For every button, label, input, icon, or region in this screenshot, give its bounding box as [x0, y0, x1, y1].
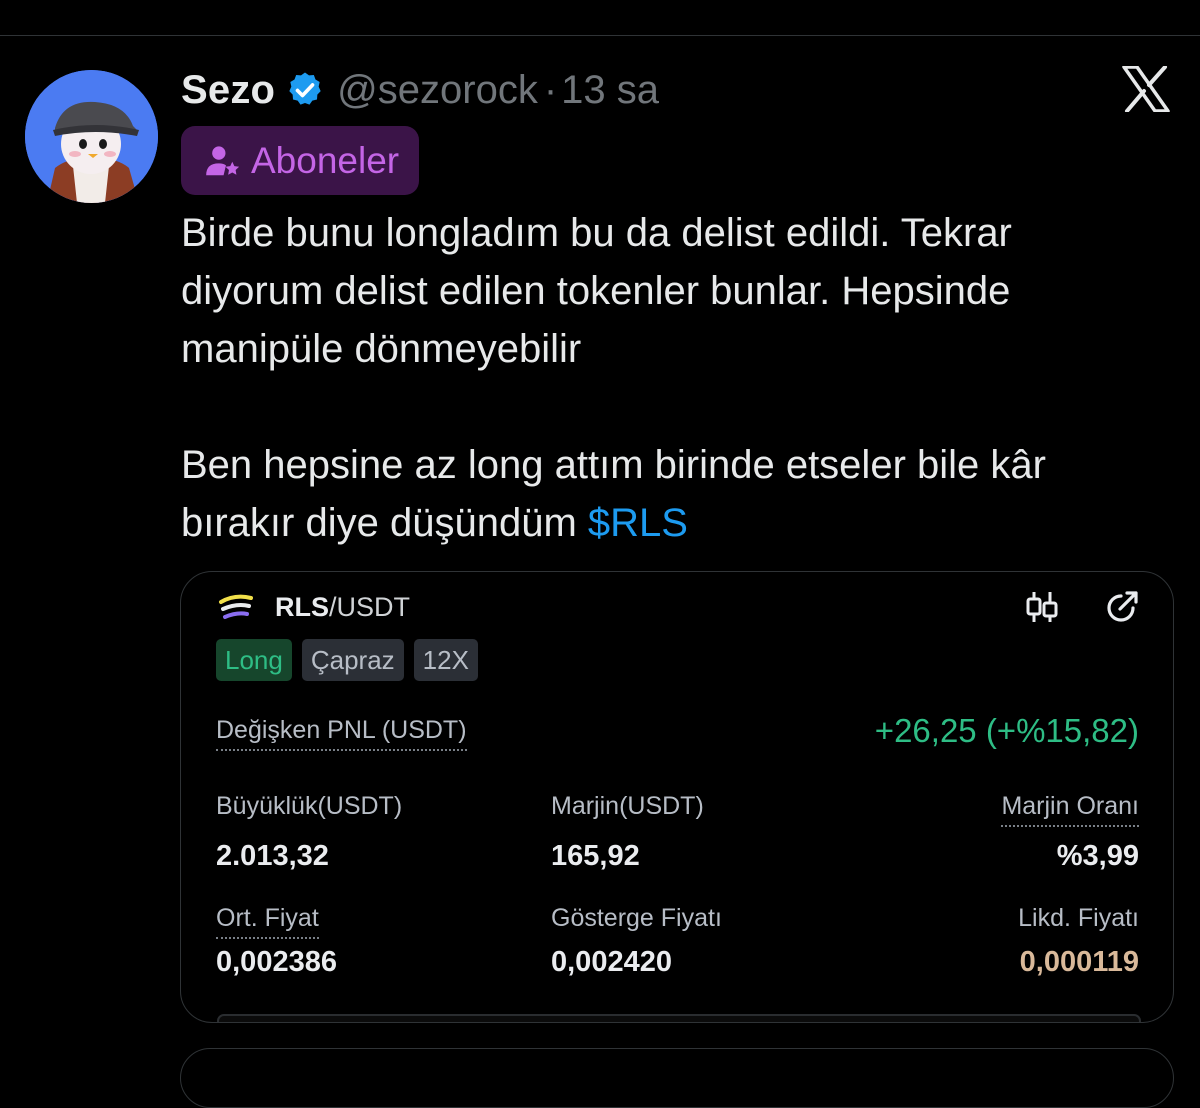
pnl-value: +26,25 (+%15,82) — [874, 712, 1139, 749]
candlestick-chart-icon — [1026, 592, 1058, 622]
x-logo-icon[interactable] — [1122, 66, 1170, 112]
tag-margin-mode: Çapraz — [301, 639, 404, 681]
top-divider — [0, 35, 1200, 36]
tweet-text: Birde bunu longladım bu da delist edildi… — [181, 204, 1171, 552]
verified-badge-icon — [289, 72, 321, 105]
liquidation-price-value: 0,000119 — [1019, 946, 1139, 978]
tweet-time[interactable]: 13 sa — [561, 68, 659, 113]
tweet-text-line: manipüle dönmeyebilir — [181, 327, 582, 371]
share-external-icon — [1107, 591, 1138, 622]
next-media-card[interactable] — [180, 1048, 1174, 1108]
liquidation-price-label: Likd. Fiyatı — [1018, 904, 1139, 932]
position-tags: Long Çapraz 12X — [216, 639, 478, 681]
subscriber-star-icon — [206, 145, 240, 175]
subscribers-label: Aboneler — [251, 139, 400, 181]
margin-ratio-label: Marjin Oranı — [1001, 792, 1139, 827]
author-name[interactable]: Sezo — [181, 68, 275, 113]
tweet-header: Sezo @sezorock · 13 sa — [181, 66, 659, 114]
tag-leverage: 12X — [413, 639, 478, 681]
entry-price-value: 0,002386 — [216, 946, 337, 978]
tag-long: Long — [216, 639, 292, 681]
entry-price-label: Ort. Fiyat — [216, 904, 319, 939]
tweet-text-line: Ben hepsine az long attım birinde etsele… — [181, 443, 1046, 487]
tweet-text-line-with-cashtag: bırakır diye düşündüm $RLS — [181, 494, 1171, 552]
pair-row: RLS/USDT — [217, 590, 410, 624]
header-separator: · — [543, 67, 558, 112]
subscribers-badge[interactable]: Aboneler — [181, 126, 420, 195]
card-bottom-edge — [217, 1014, 1141, 1022]
margin-value: 165,92 — [551, 840, 640, 872]
rls-token-logo — [219, 594, 253, 619]
cashtag-link[interactable]: $RLS — [588, 501, 688, 545]
pair-base: RLS — [275, 591, 329, 622]
pair-quote: /USDT — [329, 591, 410, 622]
author-handle[interactable]: @sezorock — [337, 68, 538, 113]
mark-price-value: 0,002420 — [551, 946, 672, 978]
mark-price-label: Gösterge Fiyatı — [551, 904, 722, 932]
tweet-text-line: Birde bunu longladım bu da delist edildi… — [181, 211, 1012, 255]
avatar-image — [25, 70, 158, 203]
tweet-text-segment: bırakır diye düşündüm — [181, 501, 588, 545]
avatar[interactable] — [25, 70, 158, 203]
pair-name: RLS/USDT — [275, 592, 410, 623]
card-tools — [1023, 588, 1141, 626]
margin-label: Marjin(USDT) — [551, 792, 704, 820]
tweet-text-line: diyorum delist edilen tokenler bunlar. H… — [181, 269, 1011, 313]
size-value: 2.013,32 — [216, 840, 329, 872]
size-label: Büyüklük(USDT) — [216, 792, 403, 820]
margin-ratio-value: %3,99 — [1056, 840, 1139, 872]
pnl-label: Değişken PNL (USDT) — [216, 716, 467, 751]
position-card-image[interactable]: RLS/USDT Long Çapraz 12X Değişken PNL (U… — [180, 571, 1174, 1023]
